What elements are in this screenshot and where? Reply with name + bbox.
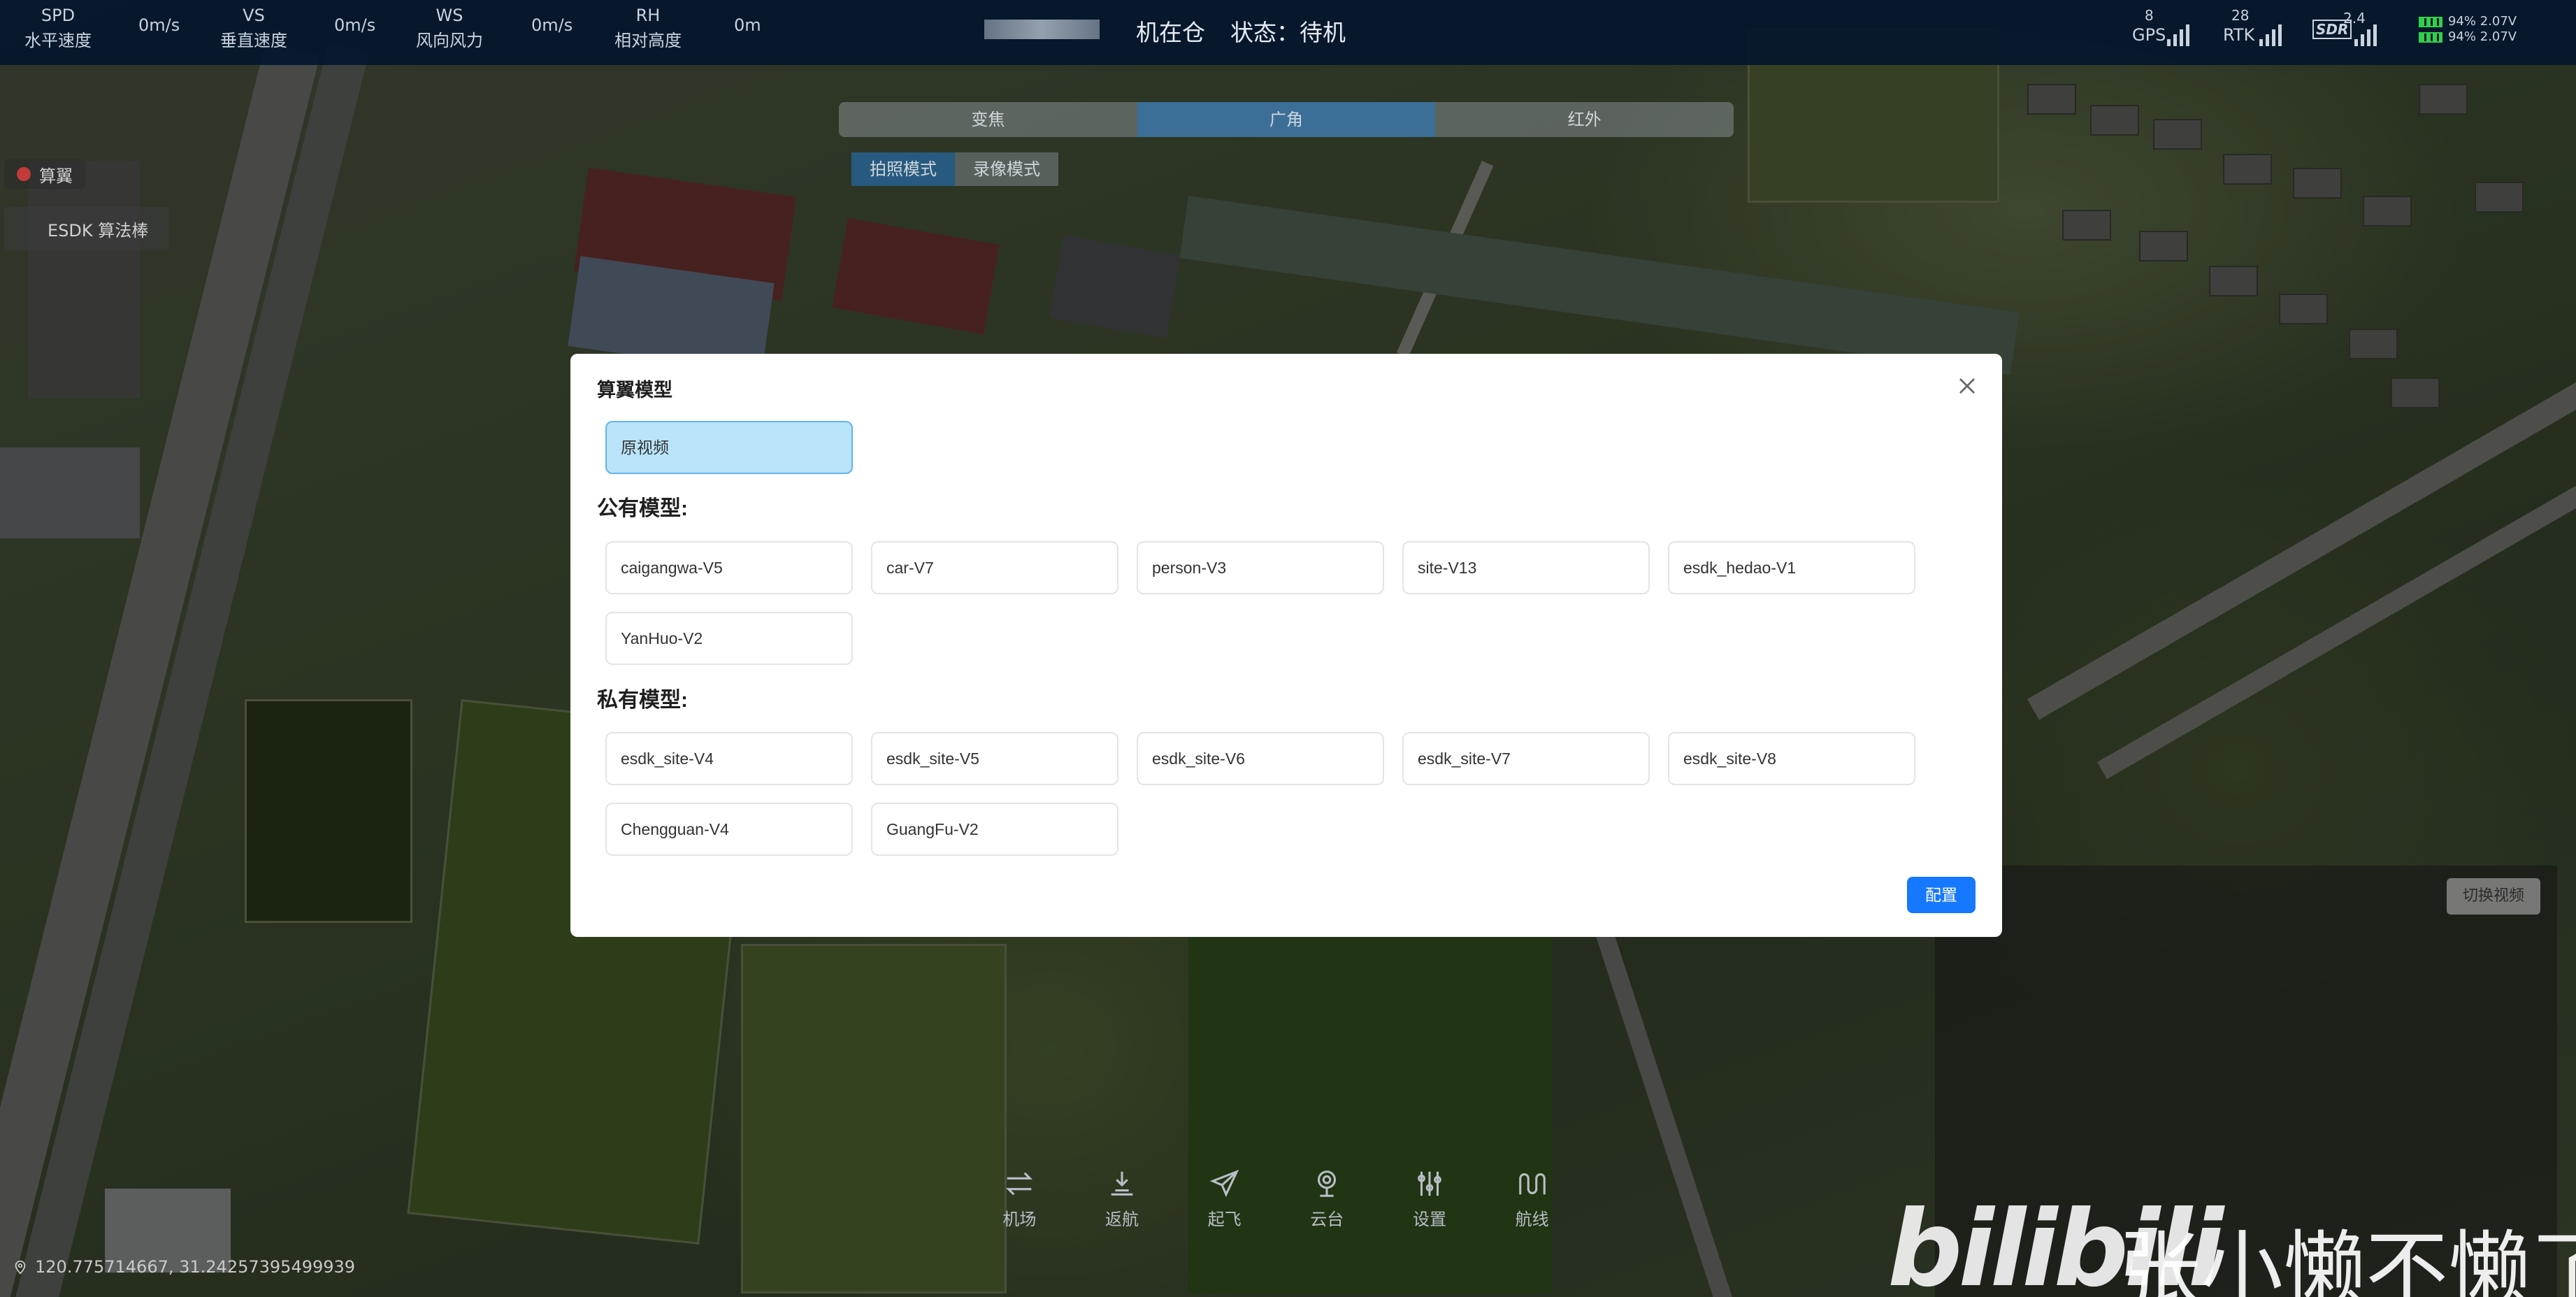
sidebar-item-esdk[interactable]: ESDK 算法棒 xyxy=(4,207,170,250)
battery-icon xyxy=(2419,16,2442,27)
route-wave-icon xyxy=(1518,1173,1546,1194)
spd-label: SPD 水平速度 xyxy=(24,6,92,50)
dock-airport-button[interactable]: 机场 xyxy=(1002,1168,1036,1230)
gps-signal: 8 GPS xyxy=(2132,7,2195,56)
dock-takeoff-button[interactable]: 起飞 xyxy=(1208,1168,1242,1230)
tab-photo-mode[interactable]: 拍照模式 xyxy=(851,152,955,186)
logo-icon xyxy=(17,167,31,181)
dialog-title: 算翼模型 xyxy=(597,380,672,401)
tab-infrared[interactable]: 红外 xyxy=(1435,102,1734,137)
model-option[interactable]: esdk_site-V7 xyxy=(1402,732,1650,785)
model-option[interactable]: car-V7 xyxy=(871,541,1118,594)
paper-plane-icon xyxy=(1209,1169,1239,1197)
map-coordinates: 120.775714667, 31.24257395499939 xyxy=(13,1257,355,1277)
sdr-bars-icon xyxy=(2354,22,2377,46)
model-option[interactable]: YanHuo-V2 xyxy=(605,612,853,665)
model-option-original[interactable]: 原视频 xyxy=(605,421,853,474)
rh-label: RH 相对高度 xyxy=(614,6,682,50)
rtk-bars-icon xyxy=(2259,22,2282,46)
watermark-text: 张小懒不懒了 xyxy=(2118,1221,2576,1297)
gps-bars-icon xyxy=(2167,22,2189,46)
model-option[interactable]: GuangFu-V2 xyxy=(871,803,1118,856)
return-home-icon xyxy=(1111,1171,1133,1196)
bottom-dock: 机场 返航 起飞 云台 设置 航线 xyxy=(968,1147,1583,1250)
tab-zoom[interactable]: 变焦 xyxy=(839,102,1137,137)
camera-lens-tabs: 变焦 广角 红外 xyxy=(839,102,1734,137)
config-button[interactable]: 配置 xyxy=(1907,877,1976,913)
sidebar-item-suanyi[interactable]: 算翼 xyxy=(4,159,85,189)
model-option[interactable]: Chengguan-V4 xyxy=(605,803,853,856)
tab-wide[interactable]: 广角 xyxy=(1137,102,1436,137)
public-models-label: 公有模型: xyxy=(597,497,688,520)
dock-return-button[interactable]: 返航 xyxy=(1105,1168,1139,1230)
sdr-signal: 2.4 SDR xyxy=(2312,7,2382,56)
dock-gimbal-button[interactable]: 云台 xyxy=(1310,1168,1344,1230)
sliders-icon xyxy=(1418,1171,1441,1196)
model-option[interactable]: caigangwa-V5 xyxy=(605,541,853,594)
redacted-dock-name xyxy=(984,20,1100,39)
ws-value: 0m/s xyxy=(531,15,573,35)
gimbal-camera-icon xyxy=(1318,1170,1337,1197)
shot-mode-tabs: 拍照模式 录像模式 xyxy=(851,152,1058,186)
tab-video-mode[interactable]: 录像模式 xyxy=(955,152,1058,186)
battery-status: 94% 2.07V 94% 2.07V xyxy=(2419,14,2517,45)
rh-value: 0m xyxy=(734,15,761,35)
dock-status: 机在仓 xyxy=(1136,19,1205,46)
model-option[interactable]: site-V13 xyxy=(1402,541,1650,594)
model-option[interactable]: person-V3 xyxy=(1137,541,1384,594)
swap-arrows-icon xyxy=(1006,1172,1033,1195)
dock-route-button[interactable]: 航线 xyxy=(1516,1168,1549,1230)
drone-state: 状态：待机 xyxy=(1230,19,1346,46)
close-icon[interactable] xyxy=(1953,372,1981,400)
model-option[interactable]: esdk_site-V6 xyxy=(1137,732,1384,785)
chip-icon xyxy=(25,222,39,236)
model-option[interactable]: esdk_site-V8 xyxy=(1668,732,1915,785)
private-models-label: 私有模型: xyxy=(597,689,688,712)
spd-value: 0m/s xyxy=(138,15,180,35)
model-option[interactable]: esdk_site-V4 xyxy=(605,732,853,785)
switch-video-button[interactable]: 切换视频 xyxy=(2447,878,2540,915)
status-bar: SPD 水平速度 0m/s VS 垂直速度 0m/s WS 风向风力 0m/s … xyxy=(0,0,2576,65)
battery-icon xyxy=(2419,31,2442,43)
model-select-dialog: 算翼模型 原视频 公有模型: caigangwa-V5 car-V7 perso… xyxy=(570,354,2002,937)
model-option[interactable]: esdk_site-V5 xyxy=(871,732,1118,785)
model-option[interactable]: esdk_hedao-V1 xyxy=(1668,541,1915,594)
vs-value: 0m/s xyxy=(334,15,376,35)
ws-label: WS 风向风力 xyxy=(416,6,483,50)
vs-label: VS 垂直速度 xyxy=(220,6,287,50)
dock-settings-button[interactable]: 设置 xyxy=(1413,1168,1446,1230)
rtk-signal: 28 RTK xyxy=(2223,7,2286,56)
location-pin-icon xyxy=(15,1260,26,1275)
